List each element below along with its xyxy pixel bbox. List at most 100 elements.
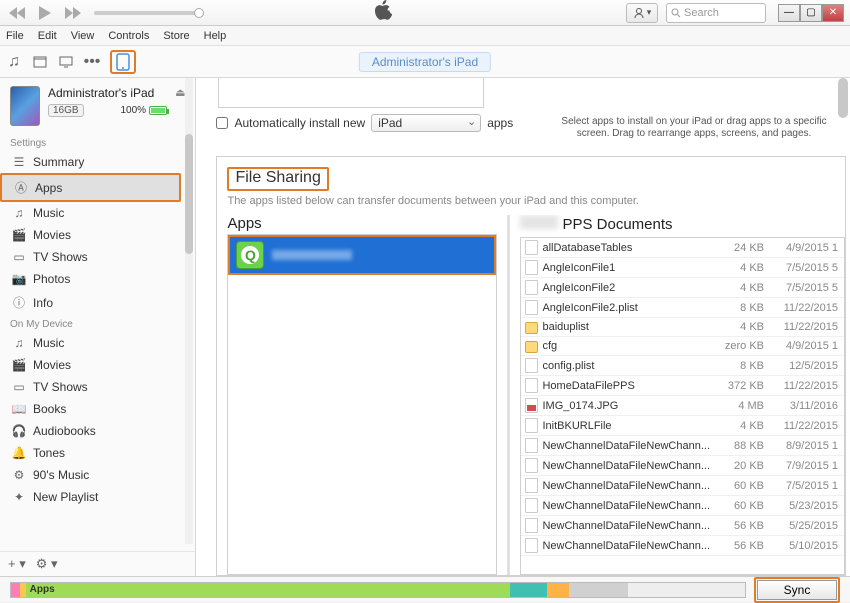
document-row[interactable]: config.plist8 KB12/5/2015 — [521, 356, 844, 376]
file-icon — [525, 518, 538, 533]
document-row[interactable]: NewChannelDataFileNewChann...56 KB5/25/2… — [521, 516, 844, 536]
document-date: 5/10/2015 — [768, 540, 840, 552]
volume-slider[interactable] — [94, 11, 204, 15]
file-icon — [525, 498, 538, 513]
document-row[interactable]: NewChannelDataFileNewChann...60 KB7/5/20… — [521, 476, 844, 496]
document-row[interactable]: AngleIconFile14 KB7/5/2015 5 — [521, 258, 844, 278]
audiobooks-icon: 🎧 — [12, 424, 26, 438]
document-name: NewChannelDataFileNewChann... — [542, 440, 710, 452]
sync-button[interactable]: Sync — [757, 580, 837, 600]
play-button[interactable] — [34, 4, 56, 22]
app-row[interactable] — [228, 235, 496, 275]
maximize-button[interactable]: ▢ — [800, 4, 822, 22]
user-menu-button[interactable]: ▾ — [626, 3, 658, 23]
auto-install-select[interactable]: iPad — [371, 114, 481, 132]
tv-tab-icon[interactable] — [58, 54, 74, 70]
menu-store[interactable]: Store — [163, 30, 189, 42]
document-size: 8 KB — [714, 360, 764, 372]
menu-edit[interactable]: Edit — [38, 30, 57, 42]
device-tab[interactable] — [110, 50, 136, 74]
document-row[interactable]: allDatabaseTables24 KB4/9/2015 1 — [521, 238, 844, 258]
books-icon: 📖 — [12, 402, 26, 416]
minimize-button[interactable]: — — [778, 4, 800, 22]
document-row[interactable]: NewChannelDataFileNewChann...88 KB8/9/20… — [521, 436, 844, 456]
document-date: 11/22/2015 — [768, 420, 840, 432]
document-date: 7/5/2015 5 — [768, 262, 840, 274]
column-divider[interactable] — [507, 215, 510, 575]
document-row[interactable]: NewChannelDataFileNewChann...20 KB7/9/20… — [521, 456, 844, 476]
sidebar-item-tv[interactable]: ▭TV Shows — [0, 376, 195, 398]
document-size: 60 KB — [714, 480, 764, 492]
sidebar-item-music[interactable]: ♫Music — [0, 332, 195, 354]
playback-controls — [6, 4, 84, 22]
document-size: 4 KB — [714, 282, 764, 294]
device-title: Administrator's iPad — [48, 86, 167, 100]
document-name: cfg — [542, 340, 710, 352]
file-sharing-title: File Sharing — [227, 167, 328, 191]
sidebar-item-tones[interactable]: 🔔Tones — [0, 442, 195, 464]
sidebar-item-movies[interactable]: 🎬 Movies — [0, 354, 195, 376]
sidebar-item-books[interactable]: 📖Books — [0, 398, 195, 420]
sidebar-item-music[interactable]: ♫Music — [0, 202, 195, 224]
sidebar-ondevice-header: On My Device — [0, 315, 195, 332]
usage-segment — [11, 583, 20, 597]
sidebar-item-tv[interactable]: ▭TV Shows — [0, 246, 195, 268]
file-icon — [525, 280, 538, 295]
sidebar-item-nineties[interactable]: ⚙90's Music — [0, 464, 195, 486]
more-tab-icon[interactable]: ••• — [84, 54, 100, 70]
sidebar-item-photos[interactable]: 📷Photos — [0, 268, 195, 290]
document-date: 11/22/2015 — [768, 302, 840, 314]
auto-install-checkbox[interactable] — [216, 117, 228, 129]
auto-install-prefix: Automatically install new — [234, 116, 365, 130]
sidebar-item-apps[interactable]: ⒶApps — [0, 173, 181, 202]
sidebar-scrollbar[interactable] — [185, 78, 193, 544]
document-row[interactable]: AngleIconFile24 KB7/5/2015 5 — [521, 278, 844, 298]
menu-controls[interactable]: Controls — [108, 30, 149, 42]
sidebar-item-summary[interactable]: ☰Summary — [0, 151, 195, 173]
device-thumbnail — [10, 86, 40, 126]
sidebar-item-label: Info — [33, 296, 53, 310]
menu-help[interactable]: Help — [204, 30, 227, 42]
menu-view[interactable]: View — [71, 30, 95, 42]
menu-file[interactable]: File — [6, 30, 24, 42]
window-controls: — ▢ ✕ — [778, 4, 844, 22]
document-row[interactable]: HomeDataFilePPS372 KB11/22/2015 — [521, 376, 844, 396]
movies-tab-icon[interactable] — [32, 54, 48, 70]
settings-gear-icon[interactable]: ⚙ ▾ — [36, 556, 58, 572]
sidebar-item-audiobooks[interactable]: 🎧Audiobooks — [0, 420, 195, 442]
tv-icon: ▭ — [12, 250, 26, 264]
info-icon: ⓘ — [12, 294, 26, 311]
document-name: NewChannelDataFileNewChann... — [542, 500, 710, 512]
device-name-pill[interactable]: Administrator's iPad — [359, 52, 491, 72]
document-size: 56 KB — [714, 520, 764, 532]
document-row[interactable]: baiduplist4 KB11/22/2015 — [521, 318, 844, 337]
search-input[interactable]: Search — [666, 3, 766, 23]
document-size: zero KB — [714, 340, 764, 352]
apps-list — [227, 234, 497, 575]
sidebar-item-movies[interactable]: 🎬Movies — [0, 224, 195, 246]
sidebar-item-info[interactable]: ⓘ Info — [0, 290, 195, 315]
movies-icon: 🎬 — [12, 358, 26, 372]
close-button[interactable]: ✕ — [822, 4, 844, 22]
sidebar-item-label: Movies — [33, 358, 71, 372]
next-button[interactable] — [62, 4, 84, 22]
prev-button[interactable] — [6, 4, 28, 22]
tv-icon: ▭ — [12, 380, 26, 394]
add-button[interactable]: + ▾ — [8, 556, 26, 572]
document-row[interactable]: NewChannelDataFileNewChann...60 KB5/23/2… — [521, 496, 844, 516]
document-row[interactable]: cfgzero KB4/9/2015 1 — [521, 337, 844, 356]
document-name: HomeDataFilePPS — [542, 380, 710, 392]
document-name: NewChannelDataFileNewChann... — [542, 540, 710, 552]
document-row[interactable]: AngleIconFile2.plist8 KB11/22/2015 — [521, 298, 844, 318]
menubar: File Edit View Controls Store Help — [0, 26, 850, 46]
document-name: config.plist — [542, 360, 710, 372]
document-size: 4 KB — [714, 420, 764, 432]
main-scrollbar[interactable] — [838, 78, 848, 118]
document-row[interactable]: NewChannelDataFileNewChann...56 KB5/10/2… — [521, 536, 844, 556]
document-row[interactable]: InitBKURLFile4 KB11/22/2015 — [521, 416, 844, 436]
eject-button[interactable]: ⏏ — [175, 86, 185, 99]
sidebar-item-playlist[interactable]: ✦New Playlist — [0, 486, 195, 508]
documents-list: allDatabaseTables24 KB4/9/2015 1AngleIco… — [520, 237, 845, 575]
music-tab-icon[interactable]: ♫ — [6, 54, 22, 70]
document-row[interactable]: IMG_0174.JPG4 MB3/11/2016 — [521, 396, 844, 416]
